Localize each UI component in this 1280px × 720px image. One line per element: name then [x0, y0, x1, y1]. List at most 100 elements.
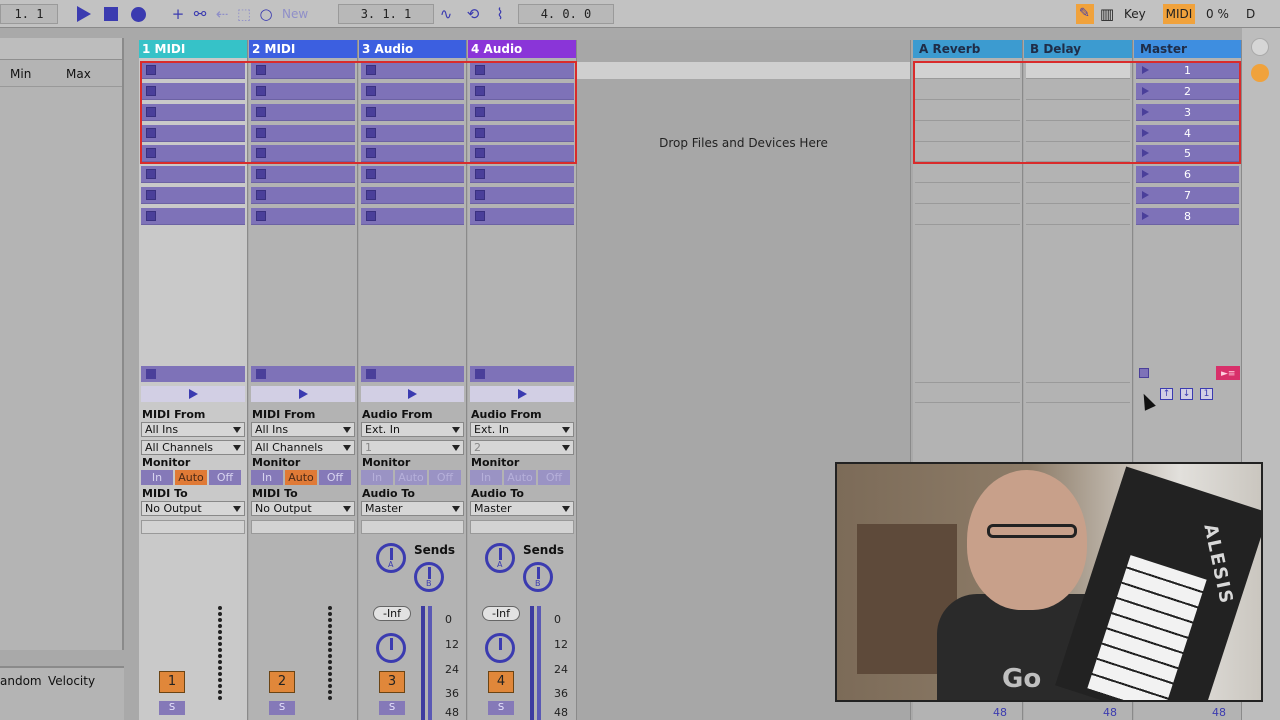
clip-slot[interactable]: [251, 62, 355, 79]
new-clip-label[interactable]: New: [282, 7, 308, 21]
loop-length-display[interactable]: 4. 0. 0: [518, 4, 614, 24]
track-header[interactable]: B Delay: [1024, 40, 1132, 58]
input-source-select[interactable]: All Ins: [141, 422, 245, 437]
arm-play-row[interactable]: [470, 386, 574, 402]
clip-slot[interactable]: [251, 83, 355, 100]
monitor-off-button[interactable]: Off: [209, 470, 241, 485]
scene-launch-4[interactable]: 4: [1136, 125, 1239, 142]
clip-slot[interactable]: [361, 83, 464, 100]
track-header[interactable]: 4 Audio: [468, 40, 576, 58]
clip-slot[interactable]: [361, 104, 464, 121]
midi-map-button[interactable]: MIDI: [1163, 4, 1195, 24]
clip-slot[interactable]: [251, 208, 355, 225]
monitor-off-button[interactable]: Off: [538, 470, 570, 485]
track-activator-button[interactable]: 1: [159, 671, 185, 693]
clip-slot[interactable]: [251, 104, 355, 121]
clip-slot[interactable]: [361, 62, 464, 79]
input-source-select[interactable]: Ext. In: [361, 422, 464, 437]
stop-all-clips-row[interactable]: [470, 366, 574, 382]
clip-slot[interactable]: [251, 145, 355, 162]
quantize-value[interactable]: 1: [1200, 388, 1213, 400]
track-header[interactable]: 3 Audio: [359, 40, 466, 58]
scene-launch-6[interactable]: 6: [1136, 166, 1239, 183]
input-source-select[interactable]: Ext. In: [470, 422, 574, 437]
scene-launch-1[interactable]: 1: [1136, 62, 1239, 79]
track-header[interactable]: Master: [1134, 40, 1241, 58]
monitor-auto-button[interactable]: Auto: [395, 470, 427, 485]
pause-icon[interactable]: [1251, 64, 1269, 82]
overview-button[interactable]: [1251, 38, 1269, 56]
record-button[interactable]: [128, 4, 148, 24]
output-target-select[interactable]: No Output: [141, 501, 245, 516]
input-channel-select[interactable]: 1: [361, 440, 464, 455]
arm-play-row[interactable]: [251, 386, 355, 402]
track-header[interactable]: 2 MIDI: [249, 40, 357, 58]
clip-slot[interactable]: [361, 145, 464, 162]
column-max[interactable]: Max: [66, 67, 91, 81]
song-position-display[interactable]: 1. 1: [0, 4, 58, 24]
clip-slot[interactable]: [470, 145, 574, 162]
clip-slot[interactable]: [361, 166, 464, 183]
send-b-knob[interactable]: B: [523, 562, 553, 592]
track-header[interactable]: 1 MIDI: [139, 40, 247, 58]
clip-slot[interactable]: [361, 208, 464, 225]
clip-slot[interactable]: [251, 125, 355, 142]
monitor-off-button[interactable]: Off: [429, 470, 461, 485]
track-activator-button[interactable]: 3: [379, 671, 405, 693]
punch-button[interactable]: ⌇: [490, 4, 510, 24]
column-min[interactable]: Min: [10, 67, 31, 81]
stop-all-clips-row[interactable]: [361, 366, 464, 382]
monitor-in-button[interactable]: In: [141, 470, 173, 485]
scene-launch-7[interactable]: 7: [1136, 187, 1239, 204]
clip-slot[interactable]: [141, 104, 245, 121]
pan-knob[interactable]: [376, 633, 406, 663]
output-target-select[interactable]: No Output: [251, 501, 355, 516]
clip-slot[interactable]: [470, 125, 574, 142]
clip-slot[interactable]: [361, 187, 464, 204]
stop-all-clips-row[interactable]: [251, 366, 355, 382]
clip-slot[interactable]: [141, 208, 245, 225]
automation-arm-button[interactable]: ⚯: [190, 4, 210, 24]
arrow-down-button[interactable]: ↓: [1180, 388, 1193, 400]
monitor-in-button[interactable]: In: [361, 470, 393, 485]
pan-knob[interactable]: [485, 633, 515, 663]
arm-play-row[interactable]: [361, 386, 464, 402]
arm-play-row[interactable]: [141, 386, 245, 402]
monitor-in-button[interactable]: In: [251, 470, 283, 485]
capture-button[interactable]: ⬚: [234, 4, 254, 24]
clip-slot[interactable]: [141, 62, 245, 79]
monitor-auto-button[interactable]: Auto: [285, 470, 317, 485]
send-a-knob[interactable]: A: [485, 543, 515, 573]
clip-slot[interactable]: [141, 125, 245, 142]
input-channel-select[interactable]: 2: [470, 440, 574, 455]
overdub-button[interactable]: +: [168, 4, 188, 24]
monitor-in-button[interactable]: In: [470, 470, 502, 485]
send-a-knob[interactable]: A: [376, 543, 406, 573]
clip-slot[interactable]: [470, 166, 574, 183]
clip-slot[interactable]: [470, 187, 574, 204]
output-target-select[interactable]: Master: [470, 501, 574, 516]
clip-slot[interactable]: [470, 208, 574, 225]
output-channel-field[interactable]: [361, 520, 464, 534]
clip-slot[interactable]: [251, 187, 355, 204]
output-channel-field[interactable]: [141, 520, 245, 534]
clip-slot[interactable]: [141, 187, 245, 204]
stop-button[interactable]: [101, 4, 121, 24]
track-activator-button[interactable]: 4: [488, 671, 514, 693]
clip-slot[interactable]: [141, 166, 245, 183]
output-target-select[interactable]: Master: [361, 501, 464, 516]
input-source-select[interactable]: All Ins: [251, 422, 355, 437]
loop-button[interactable]: ⟲: [463, 4, 483, 24]
key-map-button[interactable]: Key: [1124, 7, 1146, 21]
clip-slot[interactable]: [251, 166, 355, 183]
solo-button[interactable]: S: [379, 701, 405, 715]
clip-slot[interactable]: [141, 83, 245, 100]
input-channel-select[interactable]: All Channels: [251, 440, 355, 455]
clip-slot[interactable]: [470, 83, 574, 100]
scene-launch-3[interactable]: 3: [1136, 104, 1239, 121]
computer-midi-keyboard-button[interactable]: ▥: [1097, 4, 1117, 24]
scene-launch-2[interactable]: 2: [1136, 83, 1239, 100]
clip-slot[interactable]: [361, 125, 464, 142]
output-channel-field[interactable]: [251, 520, 355, 534]
solo-button[interactable]: S: [159, 701, 185, 715]
